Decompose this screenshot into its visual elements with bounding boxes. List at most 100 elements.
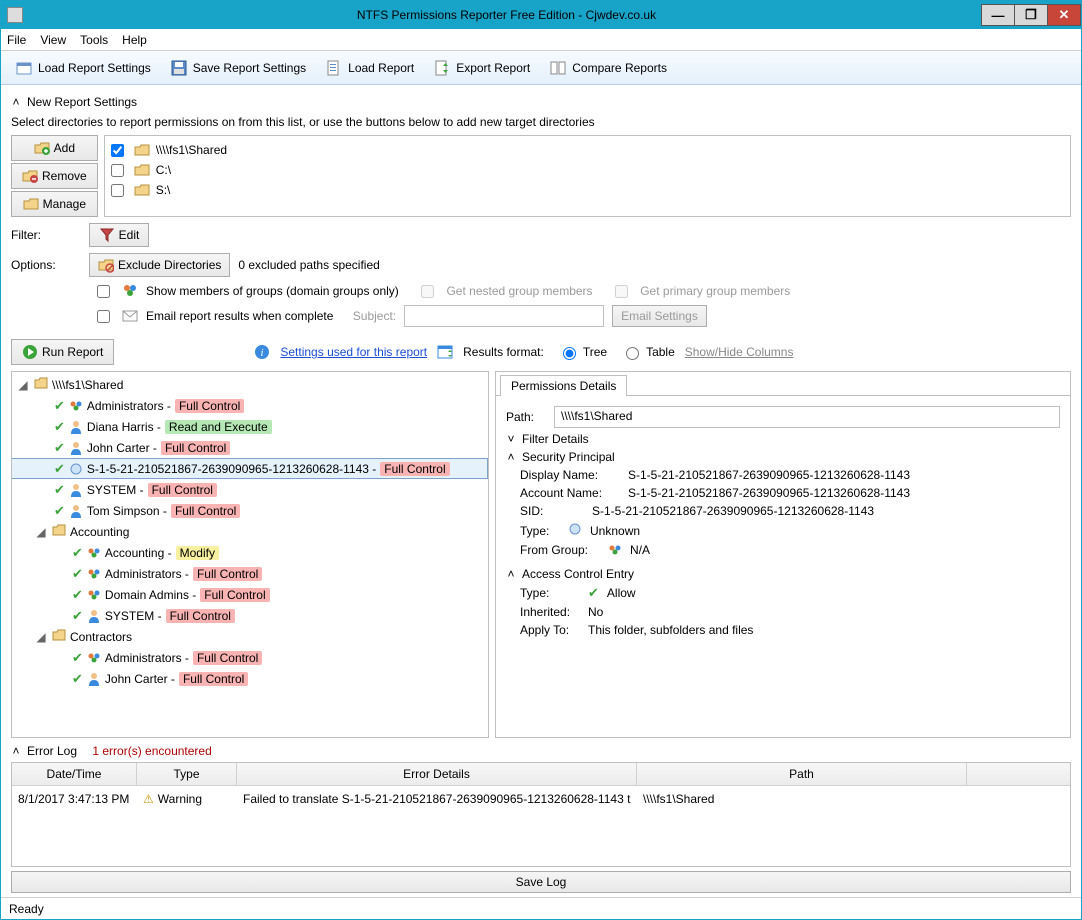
- tree-permission-row[interactable]: ✔ Administrators - Full Control: [12, 395, 488, 416]
- edit-filter-button[interactable]: Edit: [89, 223, 149, 247]
- directory-checkbox[interactable]: [111, 164, 124, 177]
- directory-row[interactable]: \\\\fs1\Shared: [111, 140, 1064, 160]
- window-title: NTFS Permissions Reporter Free Edition -…: [31, 8, 982, 22]
- permission-badge: Full Control: [200, 588, 269, 602]
- export-report-label: Export Report: [456, 61, 530, 75]
- tree-radio[interactable]: Tree: [558, 344, 607, 360]
- permission-badge: Full Control: [148, 483, 217, 497]
- tree-scroll[interactable]: ◢ \\\\fs1\Shared ✔ Administrators - Full…: [12, 372, 488, 737]
- display-name-label: Display Name:: [520, 468, 620, 482]
- tree-permission-row[interactable]: ✔ Administrators - Full Control: [12, 563, 488, 584]
- user-icon: [87, 672, 101, 686]
- close-button[interactable]: ✕: [1047, 4, 1081, 26]
- collapse-icon[interactable]: ◢: [34, 630, 48, 644]
- group-icon: [87, 546, 101, 560]
- chevron-up-icon: ˄: [11, 744, 21, 758]
- run-report-button[interactable]: Run Report: [11, 339, 114, 365]
- directory-row[interactable]: S:\: [111, 180, 1064, 200]
- ace-header[interactable]: ˄ Access Control Entry: [506, 567, 1060, 581]
- apply-to-value: This folder, subfolders and files: [588, 623, 753, 637]
- directory-checkbox[interactable]: [111, 184, 124, 197]
- filter-icon: [99, 227, 115, 243]
- load-report-settings-button[interactable]: Load Report Settings: [7, 55, 160, 81]
- collapse-icon[interactable]: ◢: [34, 525, 48, 539]
- maximize-button[interactable]: ❐: [1014, 4, 1048, 26]
- permissions-details-tab[interactable]: Permissions Details: [500, 375, 627, 396]
- tree-permission-row[interactable]: ✔ Administrators - Full Control: [12, 647, 488, 668]
- email-results-checkbox[interactable]: [97, 310, 110, 323]
- allow-check-icon: ✔: [54, 440, 65, 456]
- save-settings-icon: [171, 60, 187, 76]
- tree-folder-row[interactable]: ◢ Accounting: [12, 521, 488, 542]
- compare-reports-button[interactable]: Compare Reports: [541, 55, 676, 81]
- add-directory-button[interactable]: Add: [11, 135, 98, 161]
- directory-panel: Add Remove Manage \\\\fs1\Shared: [11, 135, 1071, 217]
- manage-directories-button[interactable]: Manage: [11, 191, 98, 217]
- directory-list[interactable]: \\\\fs1\Shared C:\ S:\: [104, 135, 1071, 217]
- tree-permission-row[interactable]: ✔ Domain Admins - Full Control: [12, 584, 488, 605]
- load-report-settings-label: Load Report Settings: [38, 61, 151, 75]
- security-principal-header[interactable]: ˄ Security Principal: [506, 450, 1060, 464]
- app-icon: [7, 7, 23, 23]
- tree-permission-row[interactable]: ✔ SYSTEM - Full Control: [12, 479, 488, 500]
- tree-permission-row[interactable]: ✔ John Carter - Full Control: [12, 437, 488, 458]
- tree-permission-row[interactable]: ✔ Diana Harris - Read and Execute: [12, 416, 488, 437]
- filter-details-title: Filter Details: [522, 432, 589, 446]
- collapse-icon[interactable]: ◢: [16, 378, 30, 392]
- permission-badge: Full Control: [193, 567, 262, 581]
- save-log-button[interactable]: Save Log: [11, 871, 1071, 893]
- remove-directory-button[interactable]: Remove: [11, 163, 98, 189]
- warning-icon: ⚠: [143, 792, 154, 806]
- error-log-section: ˄ Error Log 1 error(s) encountered Date/…: [11, 744, 1071, 897]
- menu-file[interactable]: File: [7, 33, 26, 47]
- menu-tools[interactable]: Tools: [80, 33, 108, 47]
- minimize-button[interactable]: —: [981, 4, 1015, 26]
- status-text: Ready: [9, 902, 44, 916]
- col-spacer: [967, 763, 1070, 785]
- col-type[interactable]: Type: [137, 763, 237, 785]
- error-log-header[interactable]: ˄ Error Log 1 error(s) encountered: [11, 744, 1071, 758]
- menu-view[interactable]: View: [40, 33, 66, 47]
- new-report-settings-header[interactable]: ˄ New Report Settings: [11, 95, 1071, 109]
- group-icon: [69, 399, 83, 413]
- path-value[interactable]: \\\\fs1\Shared: [554, 406, 1060, 428]
- table-radio[interactable]: Table: [621, 344, 675, 360]
- remove-directory-label: Remove: [42, 169, 87, 183]
- permission-badge: Full Control: [166, 609, 235, 623]
- tree-permission-row[interactable]: ✔ Accounting - Modify: [12, 542, 488, 563]
- inherited-value: No: [588, 605, 603, 619]
- menu-help[interactable]: Help: [122, 33, 147, 47]
- load-report-button[interactable]: Load Report: [317, 55, 423, 81]
- export-report-button[interactable]: Export Report: [425, 55, 539, 81]
- directory-row[interactable]: C:\: [111, 160, 1064, 180]
- show-members-checkbox[interactable]: [97, 285, 110, 298]
- error-row[interactable]: 8/1/2017 3:47:13 PM ⚠Warning Failed to t…: [12, 786, 1070, 812]
- col-datetime[interactable]: Date/Time: [12, 763, 137, 785]
- add-icon: [34, 140, 50, 156]
- tree-folder-row[interactable]: ◢ Contractors: [12, 626, 488, 647]
- error-details: Failed to translate S-1-5-21-210521867-2…: [237, 790, 637, 808]
- tree-permission-row[interactable]: ✔ Tom Simpson - Full Control: [12, 500, 488, 521]
- col-details[interactable]: Error Details: [237, 763, 637, 785]
- sid-value: S-1-5-21-210521867-2639090965-1213260628…: [592, 504, 874, 518]
- tree-folder-row[interactable]: ◢ \\\\fs1\Shared: [12, 374, 488, 395]
- principal-name: S-1-5-21-210521867-2639090965-1213260628…: [87, 462, 376, 476]
- details-body[interactable]: Path: \\\\fs1\Shared ˅ Filter Details ˄ …: [496, 396, 1070, 737]
- from-group-label: From Group:: [520, 543, 600, 557]
- exclude-directories-button[interactable]: Exclude Directories: [89, 253, 230, 277]
- permission-badge: Full Control: [380, 462, 449, 476]
- compare-reports-label: Compare Reports: [572, 61, 667, 75]
- tree-permission-row[interactable]: ✔ SYSTEM - Full Control: [12, 605, 488, 626]
- tree-permission-row[interactable]: ✔ S-1-5-21-210521867-2639090965-12132606…: [12, 458, 488, 479]
- save-report-settings-button[interactable]: Save Report Settings: [162, 55, 315, 81]
- col-path[interactable]: Path: [637, 763, 967, 785]
- menubar: File View Tools Help: [1, 29, 1081, 51]
- show-hide-columns-link[interactable]: Show/Hide Columns: [685, 345, 794, 359]
- tree-permission-row[interactable]: ✔ John Carter - Full Control: [12, 668, 488, 689]
- from-group-value: N/A: [630, 543, 650, 557]
- directory-checkbox[interactable]: [111, 144, 124, 157]
- filter-details-header[interactable]: ˅ Filter Details: [506, 432, 1060, 446]
- settings-used-link[interactable]: Settings used for this report: [280, 345, 427, 359]
- tree-root-label: \\\\fs1\Shared: [52, 378, 123, 392]
- manage-icon: [23, 196, 39, 212]
